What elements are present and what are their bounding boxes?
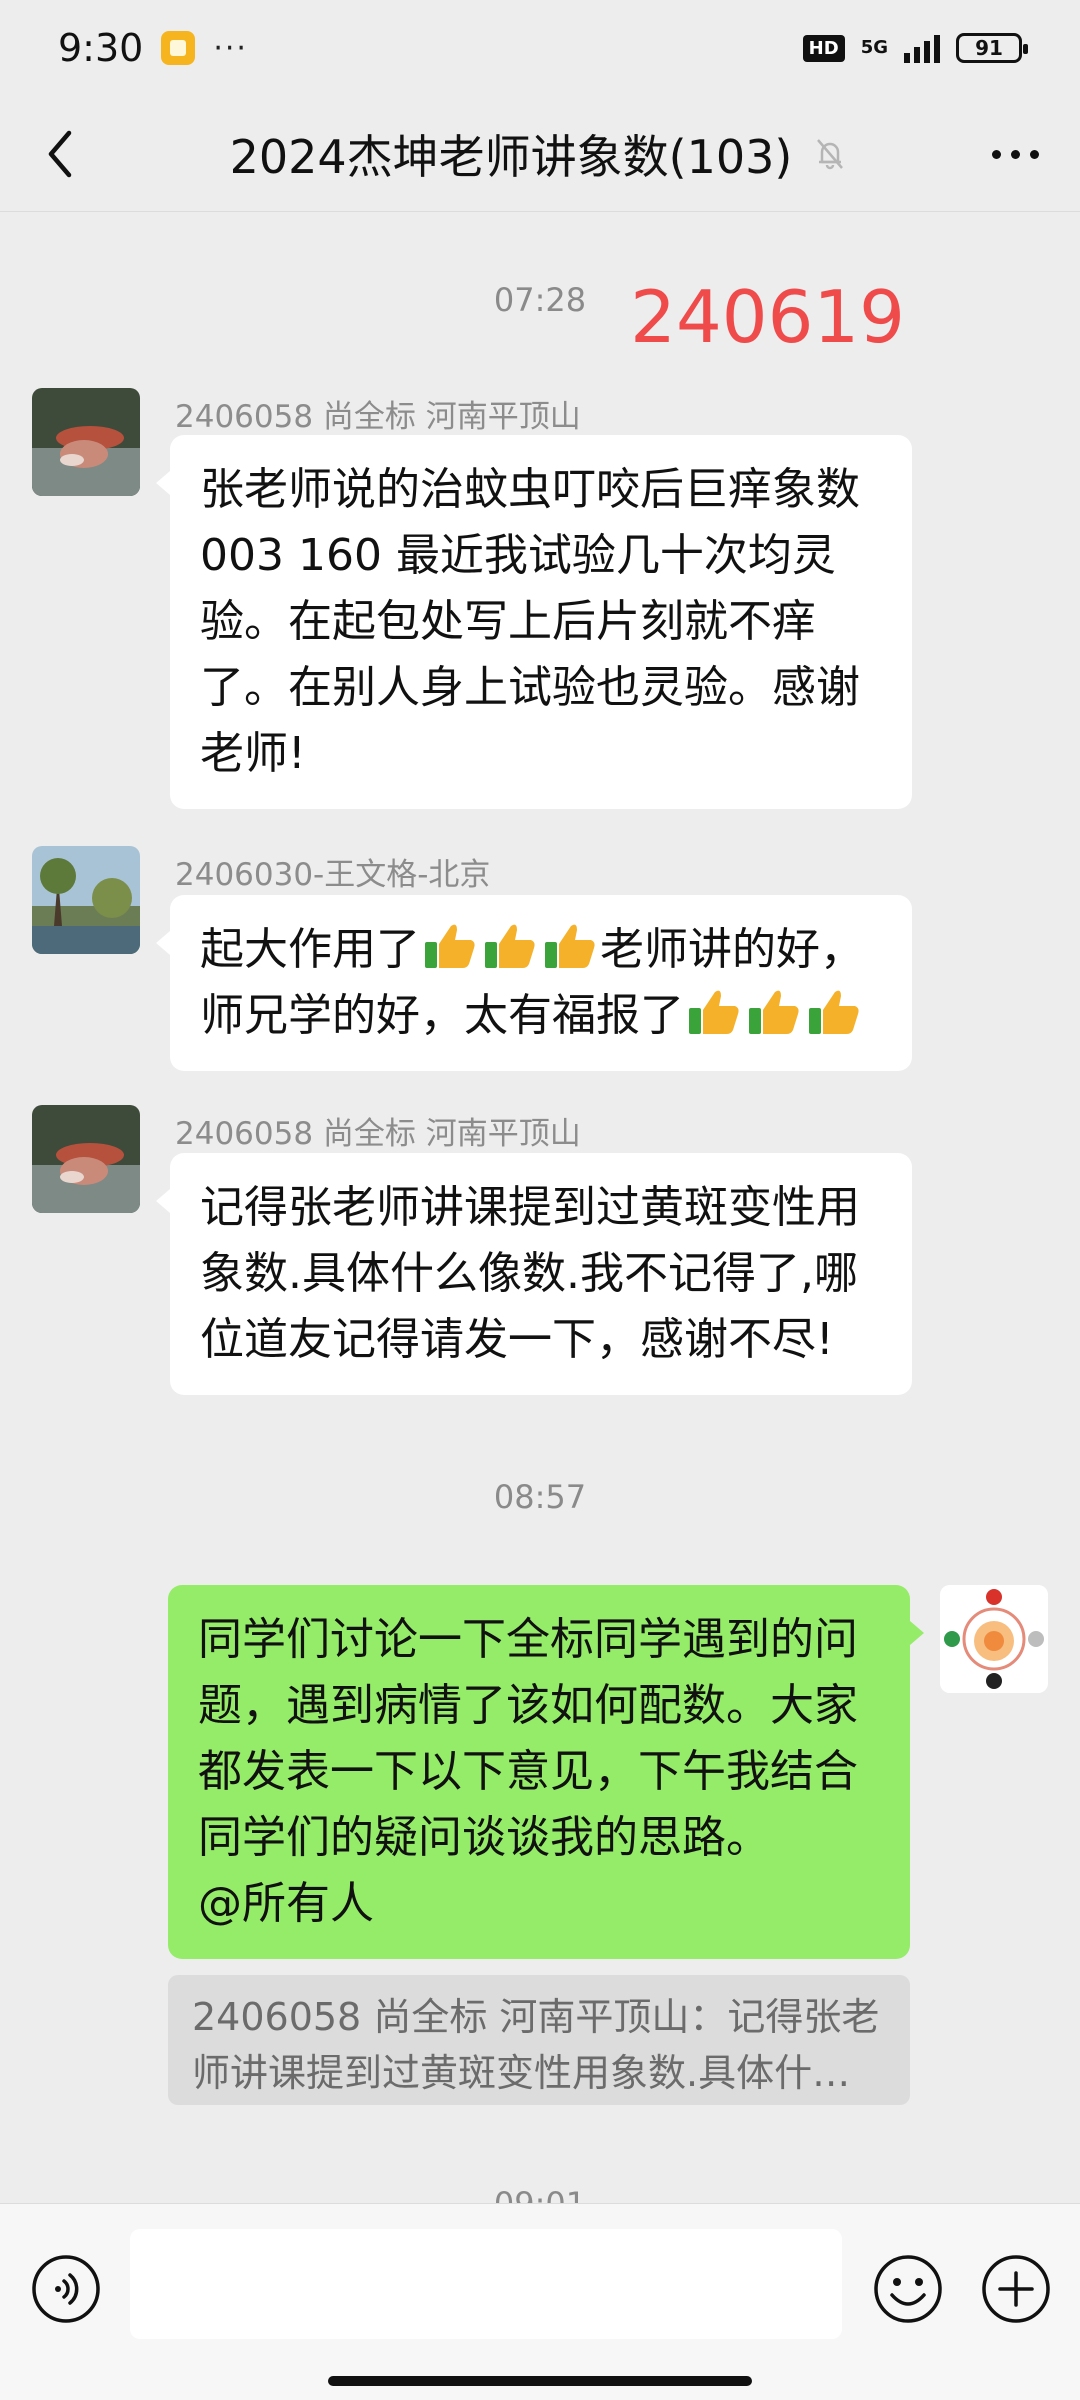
battery-icon: 91 (956, 33, 1028, 63)
message-list[interactable]: 07:28 240619 2406058 尚全标 河南平顶山 张老师说的治蚊虫叮… (0, 213, 1080, 2203)
thumbs-up-emoji (545, 924, 595, 968)
hd-icon: HD (802, 34, 845, 62)
chat-title: 2024杰坤老师讲象数(103) (229, 130, 793, 184)
sender-name: 2406058 尚全标 河南平顶山 (175, 1116, 581, 1152)
five-elements-avatar-image (940, 1585, 1048, 1693)
voice-icon[interactable] (30, 2253, 102, 2325)
status-bar: 9:30 ··· HD 5G 91 (0, 0, 1080, 96)
avatar-image (32, 846, 140, 954)
avatar[interactable] (32, 388, 140, 496)
message-text-part1: 起大作用了 (200, 924, 420, 975)
thumbs-up-emoji (485, 924, 535, 968)
thumbs-up-emoji (689, 990, 739, 1034)
sender-name: 2406058 尚全标 河南平顶山 (175, 399, 581, 435)
signal-icon (904, 33, 940, 63)
avatar-image (32, 388, 140, 496)
timestamp: 08:57 (493, 1478, 587, 1516)
date-annotation: 240619 (630, 275, 905, 359)
timestamp: 09:01 (0, 2185, 1080, 2203)
message-bubble[interactable]: 张老师说的治蚊虫叮咬后巨痒象数003 160 最近我试验几十次均灵验。在起包处写… (156, 435, 912, 809)
message-text: 张老师说的治蚊虫叮咬后巨痒象数003 160 最近我试验几十次均灵验。在起包处写… (200, 464, 860, 779)
back-chevron-icon (48, 130, 72, 178)
chat-title-wrap: 2024杰坤老师讲象数(103) (0, 96, 1080, 212)
avatar[interactable] (32, 1105, 140, 1213)
bell-muted-icon (817, 139, 844, 170)
status-more-notifications: ··· (213, 30, 248, 66)
plus-icon[interactable] (980, 2253, 1052, 2325)
avatar-image (32, 1105, 140, 1213)
status-left: 9:30 ··· (58, 26, 248, 70)
home-indicator[interactable] (328, 2376, 752, 2386)
message-text: 记得张老师讲课提到过黄斑变性用象数.具体什么像数.我不记得了,哪位道友记得请发一… (200, 1182, 860, 1365)
status-time: 9:30 (58, 26, 144, 70)
message-text: 同学们讨论一下全标同学遇到的问题，遇到病情了该如何配数。大家都发表一下以下意见，… (198, 1614, 858, 1863)
network-type: 5G (860, 37, 888, 58)
status-right: HD 5G 91 (802, 33, 1028, 63)
message-bubble[interactable]: 起大作用了 老师讲的好， 师兄学的好，太有福报了 (156, 895, 912, 1071)
chat-header: 2024杰坤老师讲象数(103) (0, 96, 1080, 212)
thumbs-up-emoji (809, 990, 859, 1034)
input-bar (0, 2203, 1080, 2400)
thumbs-up-emoji (749, 990, 799, 1034)
message-input[interactable] (130, 2229, 842, 2339)
notification-app-icon (161, 31, 196, 65)
my-message-bubble[interactable]: 同学们讨论一下全标同学遇到的问题，遇到病情了该如何配数。大家都发表一下以下意见，… (168, 1585, 924, 1959)
quoted-message[interactable]: 2406058 尚全标 河南平顶山：记得张老师讲课提到过黄斑变性用象数.具体什么… (168, 1975, 910, 2105)
more-dots-icon (991, 149, 1001, 159)
emoji-icon[interactable] (872, 2253, 944, 2325)
thumbs-up-emoji (425, 924, 475, 968)
back-button[interactable] (30, 122, 90, 186)
avatar[interactable] (32, 846, 140, 954)
mention-all[interactable]: @所有人 (198, 1878, 374, 1929)
more-options-button[interactable] (980, 128, 1050, 180)
timestamp: 07:28 (493, 281, 587, 319)
message-text-part3: 师兄学的好，太有福报了 (200, 990, 684, 1041)
quoted-message-text: 2406058 尚全标 河南平顶山：记得张老师讲课提到过黄斑变性用象数.具体什么… (192, 1995, 880, 2095)
my-avatar[interactable] (940, 1585, 1048, 1693)
message-text-part2: 老师讲的好， (600, 924, 864, 975)
message-bubble[interactable]: 记得张老师讲课提到过黄斑变性用象数.具体什么像数.我不记得了,哪位道友记得请发一… (156, 1153, 912, 1395)
battery-level: 91 (975, 36, 1003, 60)
sender-name: 2406030-王文格-北京 (175, 857, 491, 893)
